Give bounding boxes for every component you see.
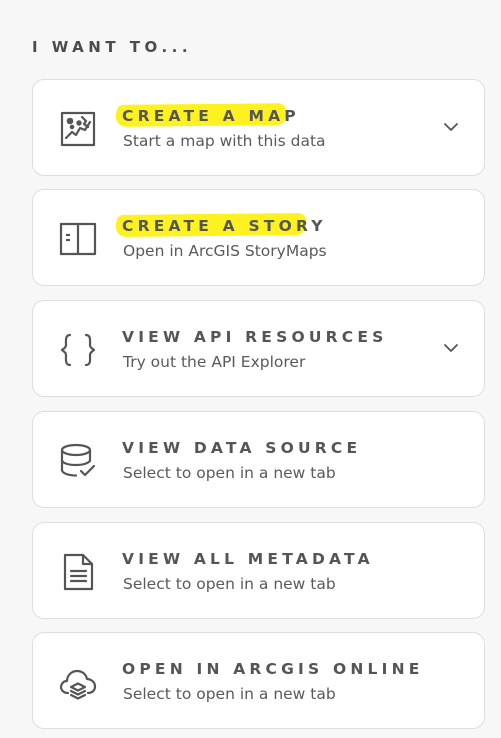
database-check-icon: [57, 440, 99, 482]
document-icon: [57, 551, 99, 593]
action-subtitle: Try out the API Explorer: [123, 353, 306, 371]
action-title: VIEW ALL METADATA: [122, 550, 374, 568]
view-api-resources-button[interactable]: VIEW API RESOURCES Try out the API Explo…: [32, 300, 485, 397]
action-subtitle: Open in ArcGIS StoryMaps: [123, 242, 327, 260]
create-map-button[interactable]: CREATE A MAP Start a map with this data: [32, 79, 485, 176]
action-title: CREATE A MAP: [122, 107, 300, 125]
chevron-down-icon[interactable]: [440, 116, 462, 138]
action-title: VIEW API RESOURCES: [122, 328, 388, 346]
map-icon: [57, 108, 99, 150]
action-title: VIEW DATA SOURCE: [122, 439, 362, 457]
chevron-down-icon[interactable]: [440, 337, 462, 359]
action-title: OPEN IN ARCGIS ONLINE: [122, 660, 424, 678]
code-braces-icon: [57, 329, 99, 371]
section-heading: I WANT TO...: [32, 38, 193, 56]
view-all-metadata-button[interactable]: VIEW ALL METADATA Select to open in a ne…: [32, 522, 485, 619]
action-subtitle: Select to open in a new tab: [123, 464, 336, 482]
action-title: CREATE A STORY: [122, 217, 327, 235]
action-subtitle: Select to open in a new tab: [123, 575, 336, 593]
cloud-layers-icon: [57, 661, 99, 703]
action-subtitle: Start a map with this data: [123, 132, 326, 150]
action-subtitle: Select to open in a new tab: [123, 685, 336, 703]
open-in-arcgis-online-button[interactable]: OPEN IN ARCGIS ONLINE Select to open in …: [32, 632, 485, 729]
create-story-button[interactable]: CREATE A STORY Open in ArcGIS StoryMaps: [32, 189, 485, 286]
story-icon: [57, 218, 99, 260]
view-data-source-button[interactable]: VIEW DATA SOURCE Select to open in a new…: [32, 411, 485, 508]
